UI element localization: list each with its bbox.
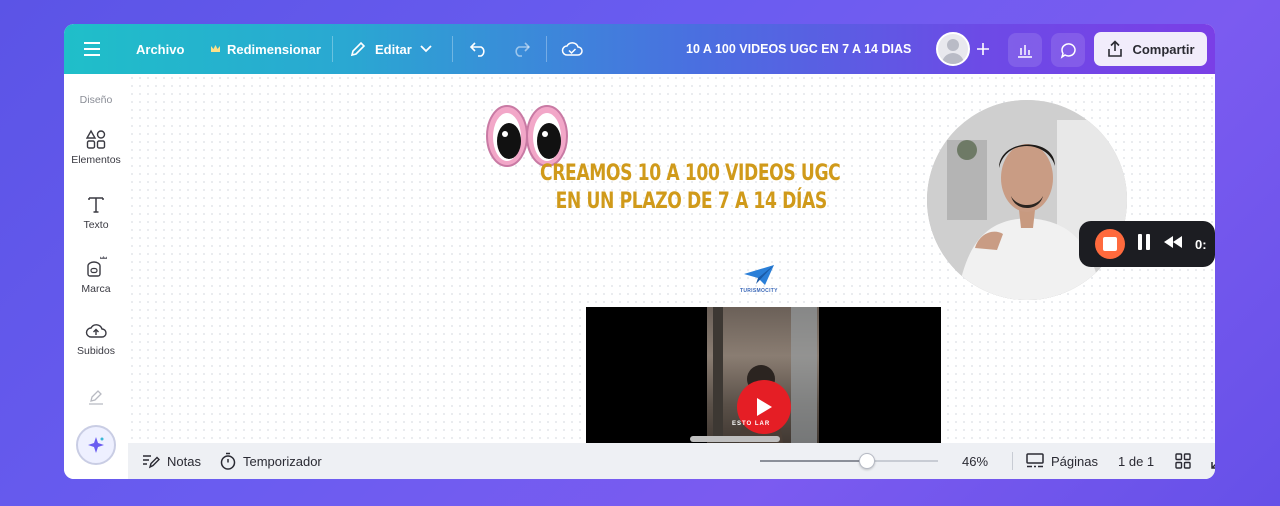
comments-button[interactable] [1051,33,1085,67]
share-upload-icon [1108,40,1123,57]
turismocity-logo[interactable]: TURISMOCITY [740,264,778,294]
hamburger-icon [84,42,100,56]
page-indicator-text: 1 de 1 [1118,453,1155,469]
zoom-slider[interactable] [760,453,938,469]
magic-assistant-button[interactable] [76,425,116,465]
undo-icon [469,42,485,57]
file-menu-label: Archivo [136,41,185,57]
pages-button[interactable]: Páginas [1026,443,1098,479]
presenter-camera-feed [927,100,1127,300]
video-caption: ESTO LAR [732,421,771,427]
edit-label: Editar [375,41,412,57]
brand-icon [87,256,107,277]
toolbar-divider [452,36,453,62]
sidebar-item-marca[interactable]: Marca [64,256,128,295]
upload-cloud-icon [85,324,107,338]
video-progress-bar[interactable] [690,436,780,442]
left-sidebar: Diseño Elementos Texto Marca Subidos [64,74,128,479]
cloud-check-icon [561,42,583,56]
headline-line-1: CREAMOS 10 A 100 VIDEOS UGC [540,161,841,186]
webcam-bubble[interactable] [927,100,1127,300]
embedded-video[interactable]: ESTO LAR [586,307,941,443]
user-silhouette-icon [942,39,964,64]
text-icon [88,197,104,213]
pencil-icon [350,41,366,57]
stop-recording-button[interactable] [1095,229,1125,259]
sidebar-item-texto[interactable]: Texto [64,194,128,231]
redo-button[interactable] [511,24,531,74]
comment-icon [1060,43,1076,59]
sidebar-item-label: Marca [81,283,111,295]
timer-label: Temporizador [243,453,322,469]
top-toolbar: Archivo Redimensionar Editar 10 A 100 VI… [64,24,1215,74]
recording-time: 0: [1195,236,1207,252]
page-indicator[interactable]: 1 de 1 [1118,443,1154,479]
plus-icon [977,43,989,55]
bottom-divider [1012,452,1013,470]
sidebar-item-subidos[interactable]: Subidos [64,322,128,357]
share-label: Compartir [1132,41,1195,57]
editor-window: Archivo Redimensionar Editar 10 A 100 VI… [64,24,1215,479]
bottom-toolbar: Notas Temporizador 46% Páginas 1 de 1 [128,443,1215,479]
fullscreen-button[interactable] [1211,443,1215,479]
expand-icon [1211,462,1215,469]
play-icon [757,398,772,416]
resize-button[interactable]: Redimensionar [210,24,321,74]
zoom-slider-fill [760,460,867,462]
logo-text: TURISMOCITY [740,288,778,294]
headline-line-2: EN UN PLAZO DE 7 A 14 DÍAS [555,189,828,214]
crown-icon [211,45,220,52]
screen-recorder-controls: 0: [1079,221,1215,267]
headline-text[interactable]: CREAMOS 10 A 100 VIDEOS UGC EN UN PLAZO … [540,160,841,216]
shapes-icon [86,129,106,149]
grid-icon [1175,453,1191,469]
notes-label: Notas [167,453,201,469]
notes-button[interactable]: Notas [142,443,201,479]
toolbar-divider [546,36,547,62]
pause-recording-button[interactable] [1137,233,1151,255]
paper-plane-icon [743,265,774,285]
insights-button[interactable] [1008,33,1042,67]
stop-icon [1103,237,1117,251]
add-collaborator-button[interactable] [976,24,990,74]
sidebar-section-label: Diseño [79,94,113,106]
pages-icon [1026,453,1044,468]
document-title[interactable]: 10 A 100 VIDEOS UGC EN 7 A 14 DIAS [686,24,911,74]
sidebar-item-draw[interactable] [64,386,128,411]
pages-label: Páginas [1051,453,1098,469]
edit-menu[interactable]: Editar [349,24,432,74]
sidebar-item-label: Texto [83,219,109,231]
share-button[interactable]: Compartir [1094,32,1207,66]
grid-view-button[interactable] [1175,443,1191,479]
menu-button[interactable] [84,24,102,74]
chevron-down-icon [420,45,432,53]
design-canvas[interactable]: CREAMOS 10 A 100 VIDEOS UGC EN UN PLAZO … [128,74,1215,443]
rewind-icon [1164,235,1182,248]
sidebar-item-label: Elementos [71,154,121,166]
document-title-text: 10 A 100 VIDEOS UGC EN 7 A 14 DIAS [686,42,912,56]
pause-icon [1138,233,1150,250]
file-menu[interactable]: Archivo [136,24,184,74]
save-status-button[interactable] [561,24,583,74]
zoom-slider-thumb[interactable] [858,453,875,469]
avatar[interactable] [936,32,970,66]
resize-label: Redimensionar [227,41,321,57]
stopwatch-icon [220,452,236,470]
zoom-level[interactable]: 46% [962,443,988,479]
rewind-recording-button[interactable] [1163,235,1183,254]
sparkle-icon [88,437,104,453]
notes-icon [143,455,160,469]
zoom-level-text: 46% [962,453,989,469]
undo-button[interactable] [469,24,489,74]
redo-icon [515,42,531,57]
sidebar-item-elementos[interactable]: Elementos [64,129,128,166]
timer-button[interactable]: Temporizador [220,443,322,479]
draw-pen-icon [89,390,103,405]
toolbar-divider [332,36,333,62]
bar-chart-icon [1018,45,1032,58]
sidebar-item-label: Subidos [77,345,115,357]
